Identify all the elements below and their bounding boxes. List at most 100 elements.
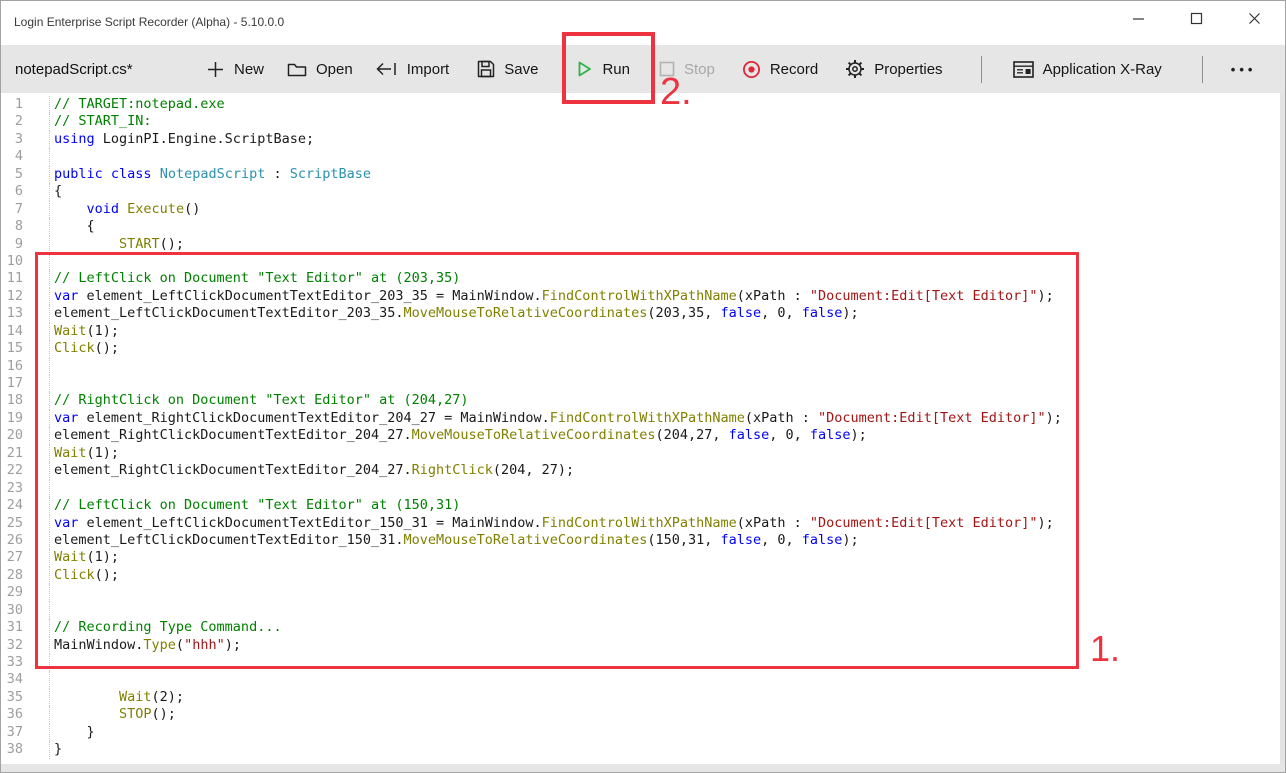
code-text[interactable]: void Execute() — [49, 201, 1280, 218]
new-button[interactable]: New — [206, 60, 264, 79]
code-text[interactable]: { — [49, 183, 1280, 200]
code-text[interactable] — [49, 602, 1280, 619]
record-button[interactable]: Record — [742, 60, 818, 79]
code-text[interactable]: MainWindow.Type("hhh"); — [49, 637, 1280, 654]
code-text[interactable]: // START_IN: — [49, 113, 1280, 130]
run-button[interactable]: Run — [576, 60, 630, 78]
code-text[interactable] — [49, 148, 1280, 165]
code-text[interactable] — [49, 584, 1280, 601]
code-text[interactable]: START(); — [49, 236, 1280, 253]
code-line: 8 { — [1, 218, 1280, 235]
code-line: 24// LeftClick on Document "Text Editor"… — [1, 497, 1280, 514]
application-xray-button-label: Application X-Ray — [1043, 61, 1162, 78]
code-text[interactable] — [49, 654, 1280, 671]
window-controls — [1109, 1, 1283, 41]
properties-button[interactable]: Properties — [845, 59, 942, 79]
code-line: 20 element_RightClickDocumentTextEditor_2… — [1, 427, 1280, 444]
code-text[interactable]: element_RightClickDocumentTextEditor_204… — [49, 462, 1280, 479]
code-text[interactable]: Wait(1); — [49, 549, 1280, 566]
code-line: 11// LeftClick on Document "Text Editor"… — [1, 270, 1280, 287]
toolbar: notepadScript.cs* New Open Import Save — [1, 45, 1285, 93]
save-button[interactable]: Save — [477, 60, 538, 78]
code-line: 14 Wait(1); — [1, 323, 1280, 340]
code-text[interactable]: Click(); — [49, 567, 1280, 584]
line-number: 8 — [1, 218, 23, 235]
line-number: 26 — [1, 532, 23, 549]
plus-icon — [206, 60, 225, 79]
code-text[interactable]: var element_RightClickDocumentTextEditor… — [49, 410, 1280, 427]
code-line: 34 — [1, 671, 1280, 688]
code-text[interactable]: // RightClick on Document "Text Editor" … — [49, 392, 1280, 409]
code-text[interactable]: using LoginPI.Engine.ScriptBase; — [49, 131, 1280, 148]
code-text[interactable]: // TARGET:notepad.exe — [49, 96, 1280, 113]
code-text[interactable]: var element_LeftClickDocumentTextEditor_… — [49, 288, 1280, 305]
current-file-label: notepadScript.cs* — [15, 61, 193, 78]
line-number: 13 — [1, 305, 23, 322]
application-xray-button[interactable]: Application X-Ray — [1013, 61, 1162, 78]
code-text[interactable]: Wait(2); — [49, 689, 1280, 706]
close-button[interactable] — [1225, 1, 1283, 41]
new-button-label: New — [234, 61, 264, 78]
code-text[interactable]: var element_LeftClickDocumentTextEditor_… — [49, 515, 1280, 532]
code-line: 32 MainWindow.Type("hhh"); — [1, 637, 1280, 654]
code-text[interactable]: { — [49, 218, 1280, 235]
code-line: 7 void Execute() — [1, 201, 1280, 218]
code-text[interactable]: // LeftClick on Document "Text Editor" a… — [49, 270, 1280, 287]
code-line: 38} — [1, 741, 1280, 758]
code-text[interactable]: STOP(); — [49, 706, 1280, 723]
code-line: 26 element_LeftClickDocumentTextEditor_15… — [1, 532, 1280, 549]
window-bottom-edge — [1, 764, 1285, 772]
save-button-label: Save — [504, 61, 538, 78]
line-number: 7 — [1, 201, 23, 218]
line-number: 16 — [1, 358, 23, 375]
line-number: 15 — [1, 340, 23, 357]
code-text[interactable]: } — [49, 741, 1280, 758]
maximize-button[interactable] — [1167, 1, 1225, 41]
code-text[interactable]: element_LeftClickDocumentTextEditor_150_… — [49, 532, 1280, 549]
code-text[interactable]: public class NotepadScript : ScriptBase — [49, 166, 1280, 183]
code-text[interactable] — [49, 358, 1280, 375]
code-line: 15 Click(); — [1, 340, 1280, 357]
line-number: 21 — [1, 445, 23, 462]
import-button-label: Import — [407, 61, 450, 78]
line-number: 30 — [1, 602, 23, 619]
vertical-scrollbar[interactable] — [1280, 93, 1285, 764]
code-text[interactable]: Click(); — [49, 340, 1280, 357]
gear-icon — [845, 59, 865, 79]
line-number: 19 — [1, 410, 23, 427]
code-line: 18// RightClick on Document "Text Editor… — [1, 392, 1280, 409]
code-text[interactable]: } — [49, 724, 1280, 741]
line-number: 33 — [1, 654, 23, 671]
code-text[interactable] — [49, 671, 1280, 688]
line-number: 20 — [1, 427, 23, 444]
line-number: 1 — [1, 96, 23, 113]
code-line: 1 // TARGET:notepad.exe — [1, 96, 1280, 113]
code-editor[interactable]: 1// TARGET:notepad.exe2// START_IN:3usin… — [1, 93, 1280, 764]
code-line: 22element_RightClickDocumentTextEditor_2… — [1, 462, 1280, 479]
code-text[interactable]: // Recording Type Command... — [49, 619, 1280, 636]
code-text[interactable] — [49, 375, 1280, 392]
code-text[interactable]: element_RightClickDocumentTextEditor_204… — [49, 427, 1280, 444]
code-text[interactable]: // LeftClick on Document "Text Editor" a… — [49, 497, 1280, 514]
line-number: 10 — [1, 253, 23, 270]
line-number: 4 — [1, 148, 23, 165]
code-text[interactable] — [49, 480, 1280, 497]
app-window: Login Enterprise Script Recorder (Alpha)… — [0, 0, 1286, 773]
stop-button[interactable]: Stop — [659, 61, 715, 78]
import-button[interactable]: Import — [375, 61, 450, 78]
code-line: 33 — [1, 654, 1280, 671]
code-text[interactable] — [49, 253, 1280, 270]
line-number: 29 — [1, 584, 23, 601]
line-number: 32 — [1, 637, 23, 654]
code-text[interactable]: element_LeftClickDocumentTextEditor_203_… — [49, 305, 1280, 322]
code-text[interactable]: Wait(1); — [49, 445, 1280, 462]
minimize-button[interactable] — [1109, 1, 1167, 41]
code-line: 31// Recording Type Command... — [1, 619, 1280, 636]
line-number: 14 — [1, 323, 23, 340]
properties-button-label: Properties — [874, 61, 942, 78]
code-line: 2// START_IN: — [1, 113, 1280, 130]
code-line: 21 Wait(1); — [1, 445, 1280, 462]
code-text[interactable]: Wait(1); — [49, 323, 1280, 340]
more-options-button[interactable]: ••• — [1231, 62, 1257, 77]
open-button[interactable]: Open — [287, 61, 353, 78]
